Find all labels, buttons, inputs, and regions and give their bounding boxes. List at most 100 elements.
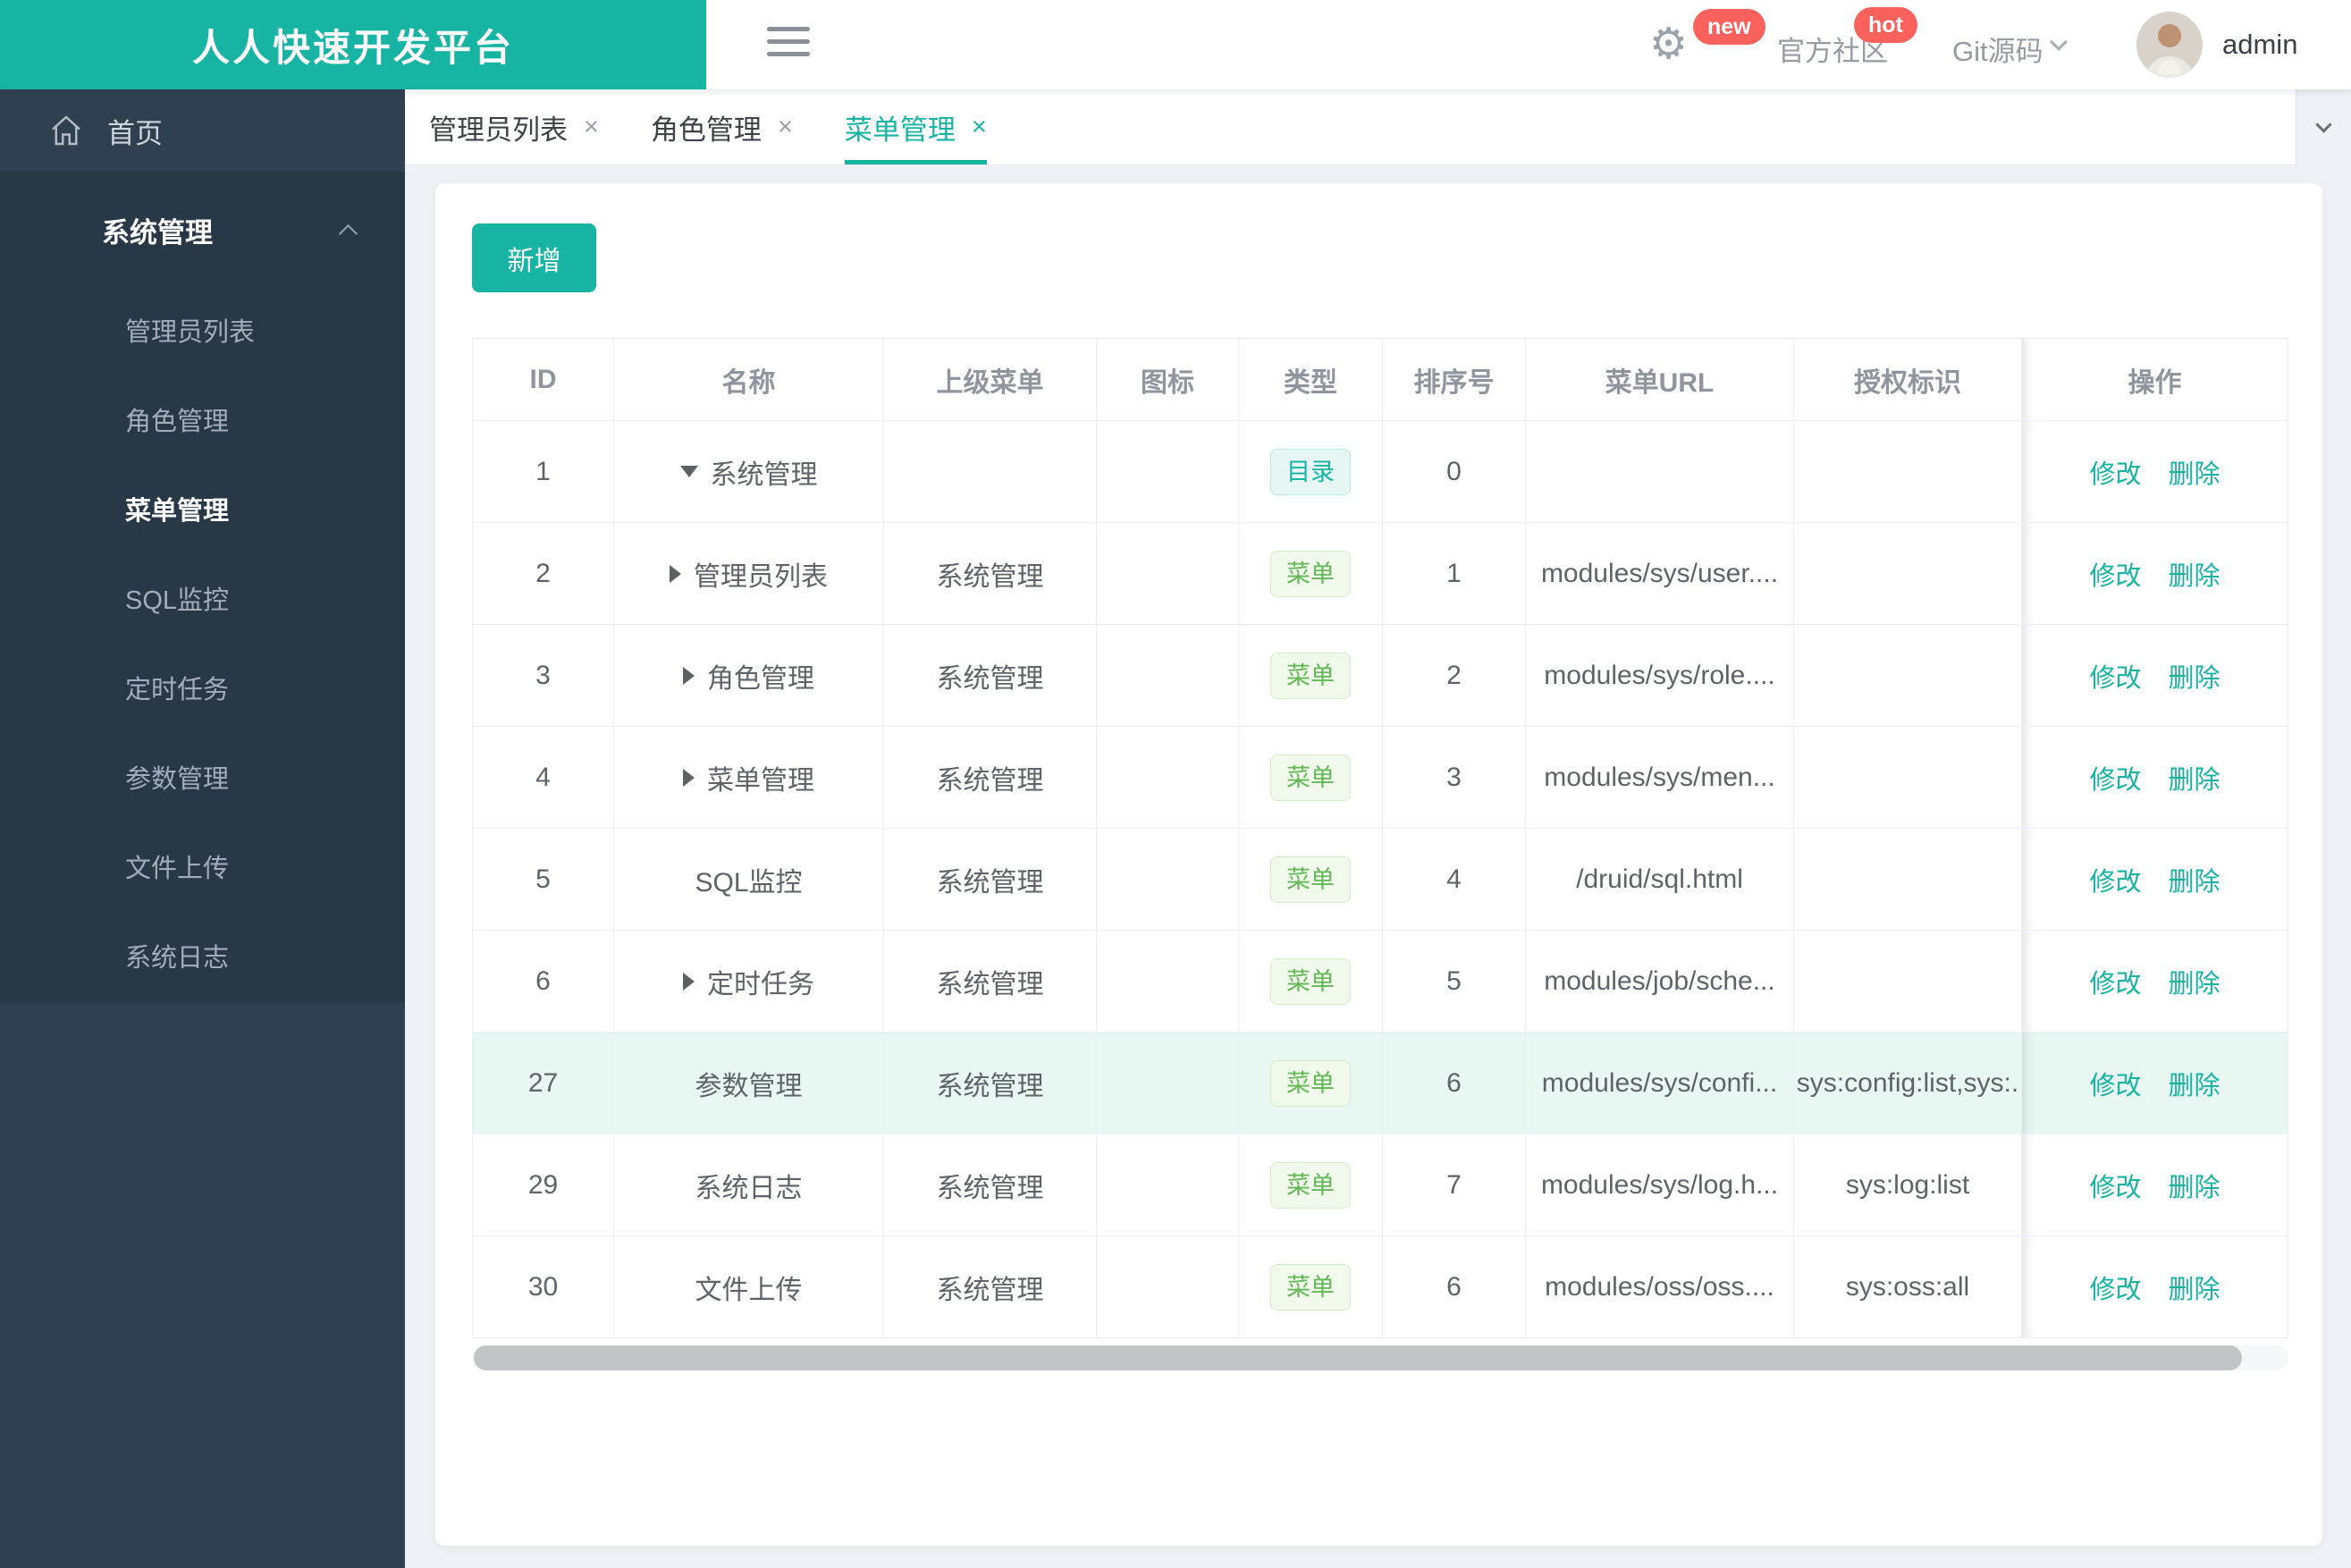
delete-link[interactable]: 删除 — [2169, 555, 2220, 593]
tab-close-icon[interactable]: × — [778, 113, 793, 142]
cell-type: 菜单 — [1239, 727, 1383, 829]
column-header: ID — [473, 339, 614, 421]
cell-order: 1 — [1383, 523, 1526, 625]
edit-link[interactable]: 修改 — [2089, 963, 2141, 1000]
cell-perms: sys:config:list,sys:. — [1794, 1033, 2022, 1134]
type-badge: 菜单 — [1270, 652, 1351, 699]
delete-link[interactable]: 删除 — [2169, 657, 2220, 695]
cell-perms — [1794, 523, 2022, 625]
hamburger-menu-icon[interactable] — [767, 27, 810, 63]
cell-actions: 修改 删除 — [2022, 1236, 2288, 1338]
tree-expand-icon[interactable] — [683, 768, 695, 787]
username[interactable]: admin — [2222, 29, 2297, 61]
sidebar-item-job[interactable]: 定时任务 — [0, 645, 405, 735]
edit-link[interactable]: 修改 — [2089, 861, 2141, 898]
cell-parent-menu: 系统管理 — [884, 1033, 1097, 1134]
horizontal-scrollbar-track[interactable] — [472, 1345, 2288, 1370]
menu-name: 菜单管理 — [707, 765, 814, 796]
cell-order: 5 — [1383, 931, 1526, 1033]
cell-icon — [1097, 421, 1239, 523]
edit-link[interactable]: 修改 — [2089, 1167, 2141, 1204]
tab-role-mgmt[interactable]: 角色管理 × — [651, 89, 793, 164]
column-header: 类型 — [1239, 339, 1383, 421]
delete-link[interactable]: 删除 — [2169, 861, 2220, 898]
edit-link[interactable]: 修改 — [2089, 1065, 2141, 1102]
delete-link[interactable]: 删除 — [2169, 1269, 2220, 1306]
cell-type: 菜单 — [1239, 829, 1383, 931]
gear-icon[interactable]: ⚙ — [1649, 18, 1688, 72]
sidebar-item-role-mgmt[interactable]: 角色管理 — [0, 377, 405, 467]
cell-actions: 修改 删除 — [2022, 931, 2288, 1033]
tree-expand-icon[interactable] — [683, 972, 695, 991]
menu-name: 参数管理 — [695, 1071, 803, 1101]
type-badge: 目录 — [1270, 448, 1351, 495]
cell-actions: 修改 删除 — [2022, 523, 2288, 625]
tab-admin-list[interactable]: 管理员列表 × — [429, 89, 599, 164]
tree-expand-icon[interactable] — [670, 564, 681, 583]
edit-link[interactable]: 修改 — [2089, 1269, 2141, 1306]
column-header: 排序号 — [1383, 339, 1526, 421]
column-header: 操作 — [2022, 339, 2288, 421]
avatar[interactable] — [2136, 12, 2203, 78]
column-header: 名称 — [614, 339, 884, 421]
tab-close-icon[interactable]: × — [584, 113, 599, 142]
menu-name: 系统管理 — [710, 459, 818, 490]
cell-order: 4 — [1383, 829, 1526, 931]
cell-name: 系统日志 — [614, 1134, 884, 1236]
cell-menu-url: modules/sys/role.... — [1526, 625, 1794, 727]
cell-icon — [1097, 727, 1239, 829]
sidebar-item-config[interactable]: 参数管理 — [0, 735, 405, 824]
sidebar-item-admin-list[interactable]: 管理员列表 — [0, 288, 405, 377]
sidebar-item-log[interactable]: 系统日志 — [0, 914, 405, 1003]
sidebar-item-oss[interactable]: 文件上传 — [0, 824, 405, 914]
tree-collapse-icon[interactable] — [679, 466, 698, 477]
delete-link[interactable]: 删除 — [2169, 1065, 2220, 1102]
nav-git-source[interactable]: Git源码 — [1952, 29, 2043, 69]
tab-menu-mgmt[interactable]: 菜单管理 × — [844, 89, 987, 164]
cell-parent-menu: 系统管理 — [884, 931, 1097, 1033]
cell-name: SQL监控 — [614, 829, 884, 931]
tree-expand-icon[interactable] — [683, 666, 695, 685]
cell-icon — [1097, 1033, 1239, 1134]
delete-link[interactable]: 删除 — [2169, 453, 2220, 491]
column-header: 上级菜单 — [884, 339, 1097, 421]
column-header: 图标 — [1097, 339, 1239, 421]
tab-close-icon[interactable]: × — [972, 113, 987, 142]
cell-menu-url: modules/job/sche... — [1526, 931, 1794, 1033]
cell-name: 定时任务 — [614, 931, 884, 1033]
sidebar-section-toggle[interactable]: 系统管理 — [0, 172, 405, 288]
edit-link[interactable]: 修改 — [2089, 759, 2141, 797]
delete-link[interactable]: 删除 — [2169, 759, 2220, 797]
sidebar-item-sql-monitor[interactable]: SQL监控 — [0, 556, 405, 645]
edit-link[interactable]: 修改 — [2089, 453, 2141, 491]
cell-name: 参数管理 — [614, 1033, 884, 1134]
menu-name: 文件上传 — [695, 1275, 803, 1305]
type-badge: 菜单 — [1270, 856, 1351, 903]
delete-link[interactable]: 删除 — [2169, 963, 2220, 1000]
chevron-up-icon — [338, 223, 358, 244]
type-badge: 菜单 — [1270, 1263, 1351, 1311]
edit-link[interactable]: 修改 — [2089, 555, 2141, 593]
cell-id: 27 — [473, 1033, 614, 1134]
cell-order: 0 — [1383, 421, 1526, 523]
cell-id: 3 — [473, 625, 614, 727]
cell-name: 管理员列表 — [614, 523, 884, 625]
cell-perms — [1794, 727, 2022, 829]
cell-parent-menu: 系统管理 — [884, 727, 1097, 829]
cell-order: 6 — [1383, 1236, 1526, 1338]
sidebar-item-menu-mgmt[interactable]: 菜单管理 — [0, 467, 405, 556]
cell-id: 2 — [473, 523, 614, 625]
delete-link[interactable]: 删除 — [2169, 1167, 2220, 1204]
edit-link[interactable]: 修改 — [2089, 657, 2141, 695]
cell-id: 30 — [473, 1236, 614, 1338]
new-badge: new — [1693, 9, 1765, 45]
menu-name: 角色管理 — [707, 663, 814, 694]
add-button[interactable]: 新增 — [472, 223, 596, 292]
horizontal-scrollbar-thumb[interactable] — [474, 1345, 2242, 1370]
cell-menu-url: /druid/sql.html — [1526, 829, 1794, 931]
tab-overflow-button[interactable] — [2296, 89, 2351, 165]
content-card: 新增 ID 名称 上级菜单 图标 类型 排序号 菜单URL 授权标识 操作 1 系统管理 目录 0 修改删… — [435, 183, 2322, 1546]
sidebar-item-home[interactable]: 首页 — [0, 89, 405, 172]
type-badge: 菜单 — [1270, 957, 1351, 1005]
tab-label: 菜单管理 — [844, 114, 956, 146]
